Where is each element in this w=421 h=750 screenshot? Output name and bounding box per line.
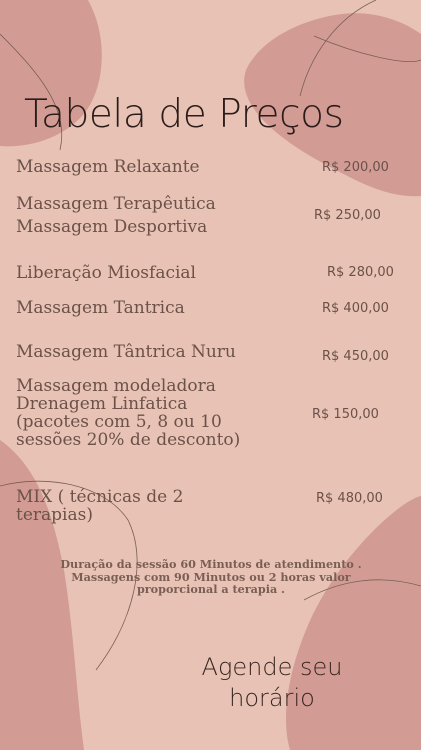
session-duration-note: Duração da sessão 60 Minutos de atendime… xyxy=(60,557,362,596)
price-card: Tabela de Preços Massagem Relaxante R$ 2… xyxy=(0,0,421,750)
item-price-mix: R$ 480,00 xyxy=(316,491,383,506)
item-name-liberacao-miosfacial: Liberação Miosfacial xyxy=(16,263,196,283)
item-name-massagem-relaxante: Massagem Relaxante xyxy=(16,157,200,177)
item-price-massagem-relaxante: R$ 200,00 xyxy=(322,160,389,175)
item-price-massagem-tantrica: R$ 400,00 xyxy=(322,301,389,316)
cta-line-1: Agende seu xyxy=(201,653,343,681)
page-title: Tabela de Preços xyxy=(24,92,344,137)
item-name-mix: MIX ( técnicas de 2 terapias) xyxy=(16,487,184,525)
item-price-terapeutica-desportiva: R$ 250,00 xyxy=(314,208,381,223)
item-price-modeladora-drenagem: R$ 150,00 xyxy=(312,407,379,422)
item-name-tantrica-nuru: Massagem Tântrica Nuru xyxy=(16,342,236,362)
schedule-cta: Agende seu horário xyxy=(182,652,362,714)
item-price-liberacao-miosfacial: R$ 280,00 xyxy=(327,265,394,280)
item-price-tantrica-nuru: R$ 450,00 xyxy=(322,349,389,364)
cta-line-2: horário xyxy=(229,684,315,712)
item-name-modeladora-drenagem: Massagem modeladora Drenagem Linfatica (… xyxy=(16,376,241,450)
item-name-terapeutica-desportiva: Massagem Terapêutica Massagem Desportiva xyxy=(16,194,216,237)
item-name-massagem-tantrica: Massagem Tantrica xyxy=(16,298,185,318)
